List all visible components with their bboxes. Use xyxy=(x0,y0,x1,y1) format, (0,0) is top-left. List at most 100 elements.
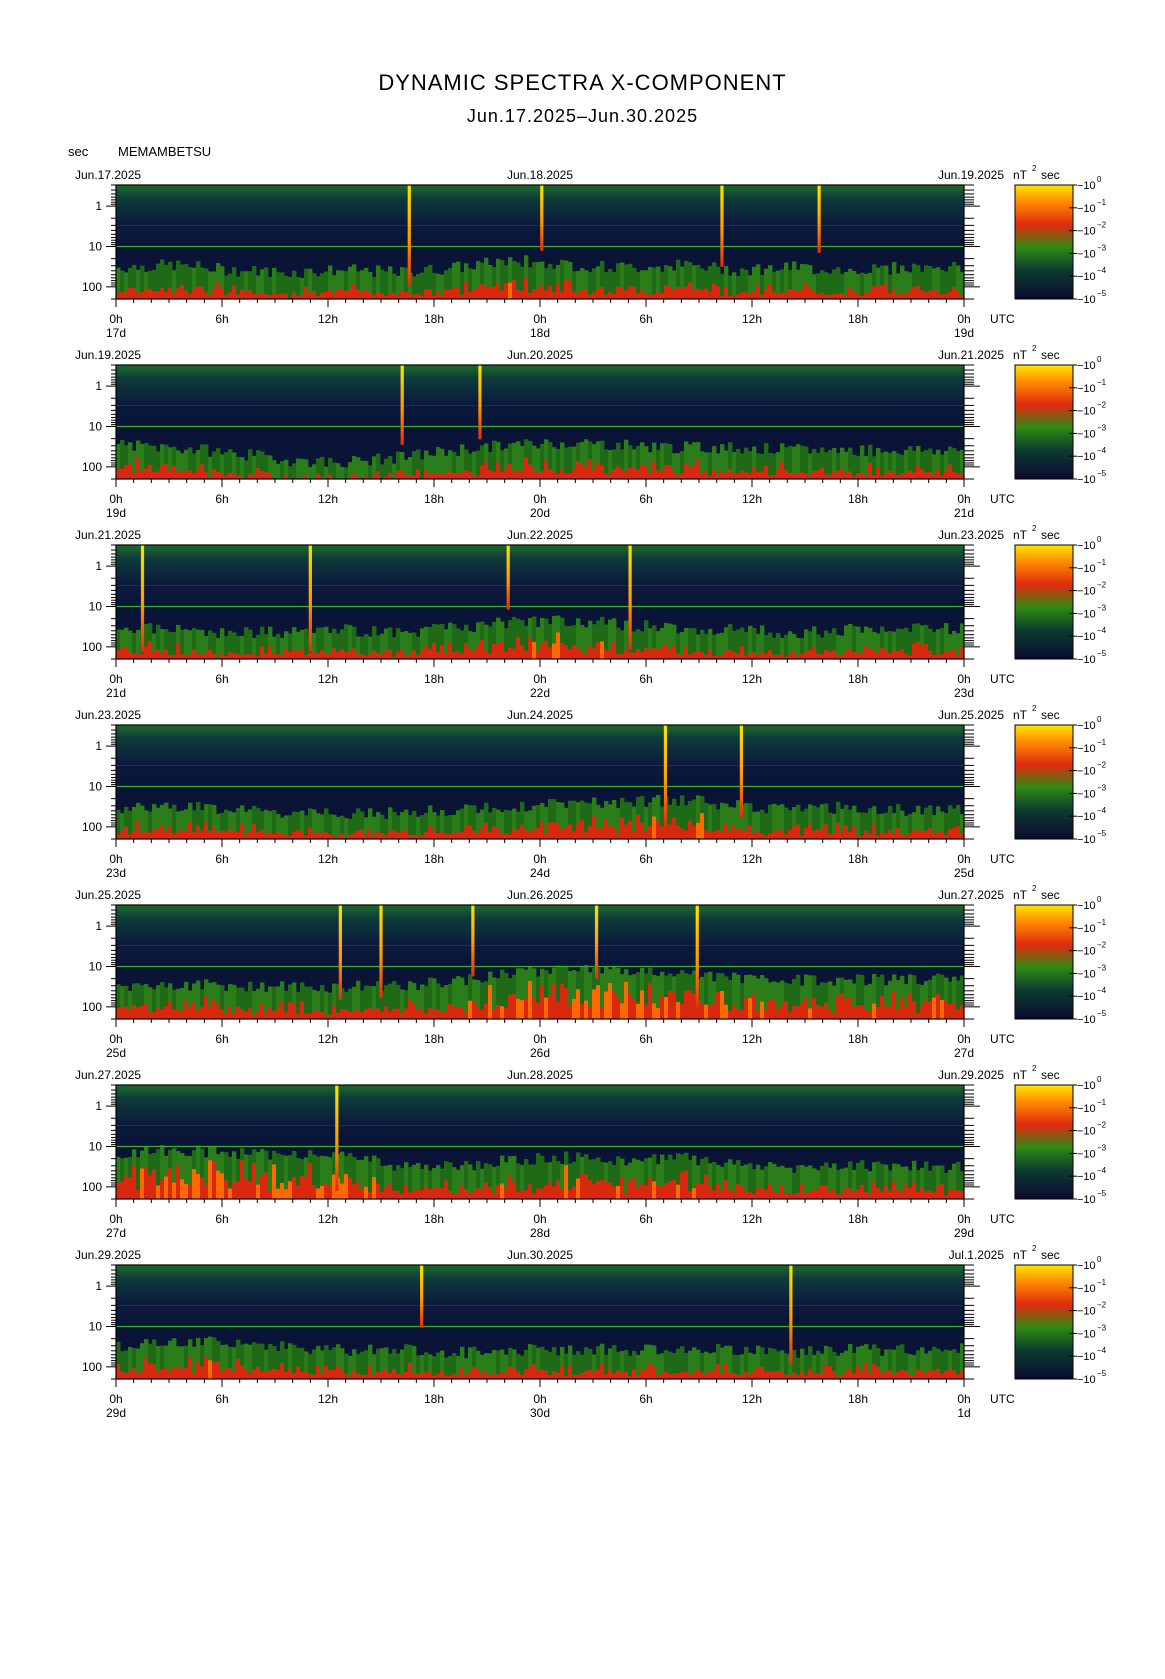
activity-peak xyxy=(416,1189,421,1199)
activity-peak xyxy=(136,294,141,299)
activity-peak xyxy=(624,981,629,1019)
activity-peak xyxy=(544,833,549,839)
activity-peak xyxy=(868,291,873,299)
activity-peak xyxy=(804,652,809,659)
activity-peak xyxy=(416,1373,421,1379)
date-label-right: Jun.25.2025 xyxy=(938,708,1004,722)
activity-peak xyxy=(724,1180,729,1199)
activity-peak xyxy=(128,834,133,839)
burst-streak xyxy=(506,545,510,610)
activity-peak xyxy=(932,474,937,479)
activity-column xyxy=(392,463,397,479)
activity-peak xyxy=(640,290,645,299)
activity-peak xyxy=(852,1006,857,1019)
activity-peak xyxy=(316,1365,321,1379)
activity-peak xyxy=(700,473,705,479)
activity-peak xyxy=(956,473,961,479)
activity-peak xyxy=(196,469,201,479)
activity-column xyxy=(364,634,369,659)
activity-peak xyxy=(568,649,573,659)
date-label-left: Jun.19.2025 xyxy=(75,348,141,362)
activity-peak xyxy=(916,465,921,479)
activity-peak xyxy=(540,1188,545,1199)
activity-peak xyxy=(176,471,181,479)
activity-peak xyxy=(616,832,621,839)
activity-peak xyxy=(732,1191,737,1199)
activity-peak xyxy=(604,650,609,659)
activity-peak xyxy=(664,1371,669,1379)
activity-peak xyxy=(384,1188,389,1199)
activity-peak xyxy=(196,1361,201,1379)
activity-peak xyxy=(544,640,549,659)
activity-peak xyxy=(776,1194,781,1199)
activity-peak xyxy=(400,290,405,299)
activity-peak xyxy=(208,1006,213,1019)
activity-column xyxy=(272,460,277,479)
activity-peak xyxy=(212,999,217,1019)
x-tick-label: 0h xyxy=(957,1032,970,1046)
activity-peak xyxy=(560,983,565,1019)
activity-peak xyxy=(676,825,681,839)
activity-peak xyxy=(508,995,513,1019)
spectra-panel-7: Jun.29.2025 Jun.30.2025 Jul.1.2025 nT 2 sec11… xyxy=(75,1244,1107,1420)
utc-label: UTC xyxy=(990,1212,1015,1226)
activity-peak xyxy=(856,1189,861,1199)
activity-column xyxy=(244,460,249,479)
activity-peak xyxy=(496,1005,501,1019)
activity-peak xyxy=(524,829,529,839)
activity-column xyxy=(344,467,349,479)
x-tick-label: 0h xyxy=(957,1392,970,1406)
activity-peak xyxy=(636,815,641,839)
activity-peak xyxy=(764,653,769,659)
activity-peak xyxy=(660,826,665,839)
activity-peak xyxy=(644,1368,649,1379)
activity-peak xyxy=(644,1185,649,1199)
activity-peak xyxy=(352,648,357,659)
activity-peak xyxy=(360,1012,365,1019)
activity-column xyxy=(208,456,213,479)
activity-peak xyxy=(920,645,925,659)
activity-peak xyxy=(208,649,213,659)
activity-peak xyxy=(356,1182,361,1199)
activity-peak xyxy=(752,1194,757,1199)
activity-column xyxy=(476,450,481,479)
colorbar-tick-label: −10 xyxy=(1077,1126,1096,1138)
activity-peak xyxy=(480,284,485,299)
activity-peak xyxy=(368,291,373,299)
activity-peak xyxy=(312,1374,317,1379)
activity-peak xyxy=(592,469,597,479)
activity-peak xyxy=(676,653,681,659)
activity-peak xyxy=(836,1194,841,1199)
activity-peak xyxy=(128,463,133,479)
activity-peak xyxy=(548,286,553,299)
activity-peak xyxy=(284,1189,289,1199)
activity-peak xyxy=(524,998,529,1019)
activity-peak xyxy=(568,1189,573,1199)
colorbar-unit-suffix: sec xyxy=(1041,348,1060,362)
activity-peak xyxy=(320,1373,325,1379)
date-label-left: Jun.23.2025 xyxy=(75,708,141,722)
activity-peak xyxy=(216,1004,221,1019)
activity-peak xyxy=(224,1368,229,1379)
activity-peak xyxy=(672,817,677,839)
activity-peak xyxy=(664,997,669,1019)
activity-peak xyxy=(352,832,357,839)
activity-peak xyxy=(952,649,957,659)
burst-streak xyxy=(540,185,544,251)
colorbar-tick-label: −10 xyxy=(1077,1103,1096,1115)
activity-column xyxy=(360,460,365,479)
activity-peak xyxy=(344,1373,349,1379)
activity-peak xyxy=(344,652,349,659)
activity-peak xyxy=(608,292,613,299)
activity-peak xyxy=(724,823,729,839)
activity-peak xyxy=(488,653,493,659)
activity-peak xyxy=(276,1008,281,1019)
activity-peak xyxy=(184,290,189,299)
activity-peak xyxy=(872,285,877,299)
activity-peak xyxy=(504,1007,509,1019)
activity-peak xyxy=(712,283,717,299)
activity-column xyxy=(548,1351,553,1379)
activity-column xyxy=(688,628,693,659)
activity-peak xyxy=(276,294,281,299)
activity-peak xyxy=(632,999,637,1019)
